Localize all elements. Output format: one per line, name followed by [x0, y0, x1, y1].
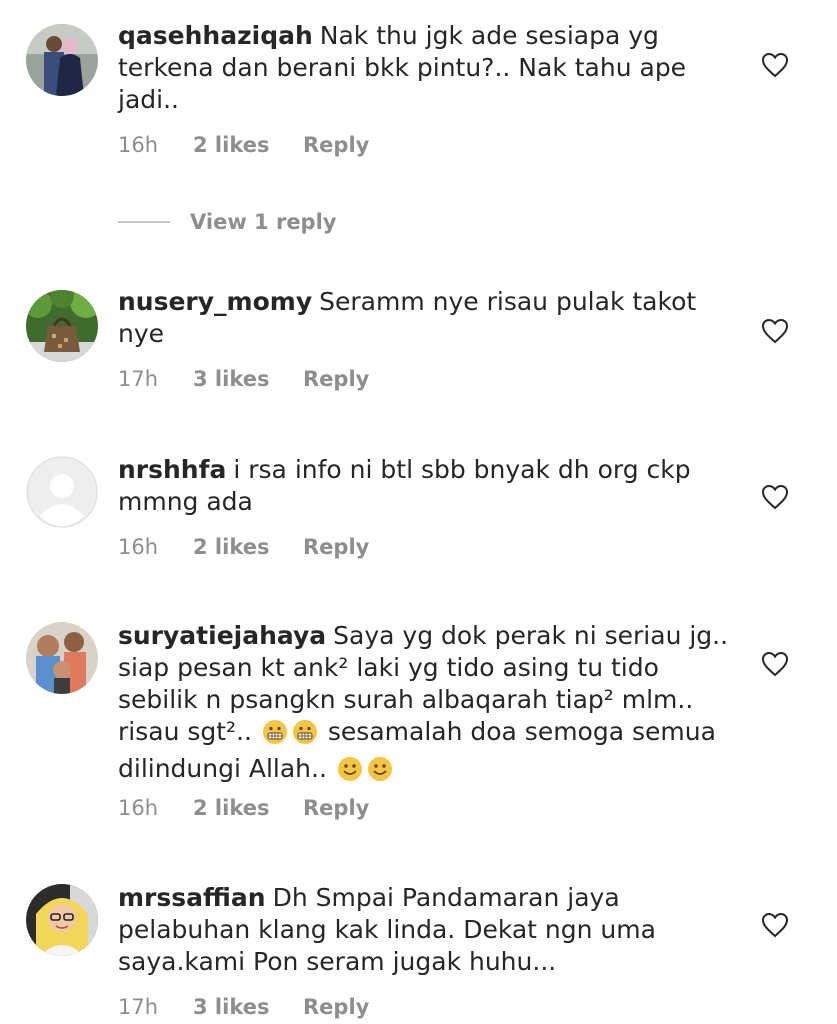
comment-body: qasehhaziqah Nak thu jgk ade sesiapa yg t… — [118, 20, 733, 116]
comment-time: 16h — [118, 535, 159, 559]
reply-button[interactable]: Reply — [303, 532, 369, 562]
comment-likes[interactable]: 2 likes — [193, 532, 303, 562]
comment-username[interactable]: qasehhaziqah — [118, 21, 313, 50]
comment-username[interactable]: nusery_momy — [118, 287, 312, 316]
reply-button[interactable]: Reply — [303, 130, 369, 160]
reply-button[interactable]: Reply — [303, 793, 369, 823]
heart-icon[interactable] — [761, 651, 789, 677]
comment-likes[interactable]: 2 likes — [193, 793, 303, 823]
comment-meta: 17h 3 likes Reply — [118, 364, 369, 394]
comment-time: 16h — [118, 796, 159, 820]
comment-body: nusery_momy Seramm nye risau pulak takot … — [118, 286, 733, 350]
reply-button[interactable]: Reply — [303, 364, 369, 394]
comment-likes[interactable]: 3 likes — [193, 364, 303, 394]
comment-meta: 16h 2 likes Reply — [118, 532, 369, 562]
comment-meta: 16h 2 likes Reply — [118, 130, 369, 160]
slightly-smiling-face-emoji — [367, 756, 393, 790]
comment-likes[interactable]: 3 likes — [193, 992, 303, 1022]
comment-username[interactable]: nrshhfa — [118, 455, 226, 484]
avatar[interactable] — [26, 290, 98, 362]
comment-username[interactable]: mrssaffian — [118, 883, 266, 912]
avatar[interactable] — [26, 884, 98, 956]
slightly-smiling-face-emoji — [337, 756, 363, 790]
grimacing-face-emoji — [292, 719, 318, 753]
comment-meta: 16h 2 likes Reply — [118, 793, 369, 823]
avatar[interactable] — [26, 456, 98, 528]
heart-icon[interactable] — [761, 52, 789, 78]
avatar[interactable] — [26, 24, 98, 96]
heart-icon[interactable] — [761, 912, 789, 938]
heart-icon[interactable] — [761, 318, 789, 344]
comment-time: 17h — [118, 367, 159, 391]
comment-body: mrssaffian Dh Smpai Pandamaran jaya pelab… — [118, 882, 733, 978]
view-replies-divider — [118, 221, 170, 223]
comment-body: suryatiejahaya Saya yg dok perak ni seria… — [118, 620, 733, 790]
comment-username[interactable]: suryatiejahaya — [118, 621, 326, 650]
avatar[interactable] — [26, 622, 98, 694]
comment-meta: 17h 3 likes Reply — [118, 992, 369, 1022]
view-replies-button[interactable]: View 1 reply — [118, 206, 336, 238]
comment-time: 17h — [118, 995, 159, 1019]
comment-likes[interactable]: 2 likes — [193, 130, 303, 160]
comment-time: 16h — [118, 133, 159, 157]
grimacing-face-emoji — [262, 719, 288, 753]
reply-button[interactable]: Reply — [303, 992, 369, 1022]
view-replies-label: View 1 reply — [190, 210, 337, 234]
comment-body: nrshhfa i rsa info ni btl sbb bnyak dh or… — [118, 454, 733, 518]
heart-icon[interactable] — [761, 484, 789, 510]
